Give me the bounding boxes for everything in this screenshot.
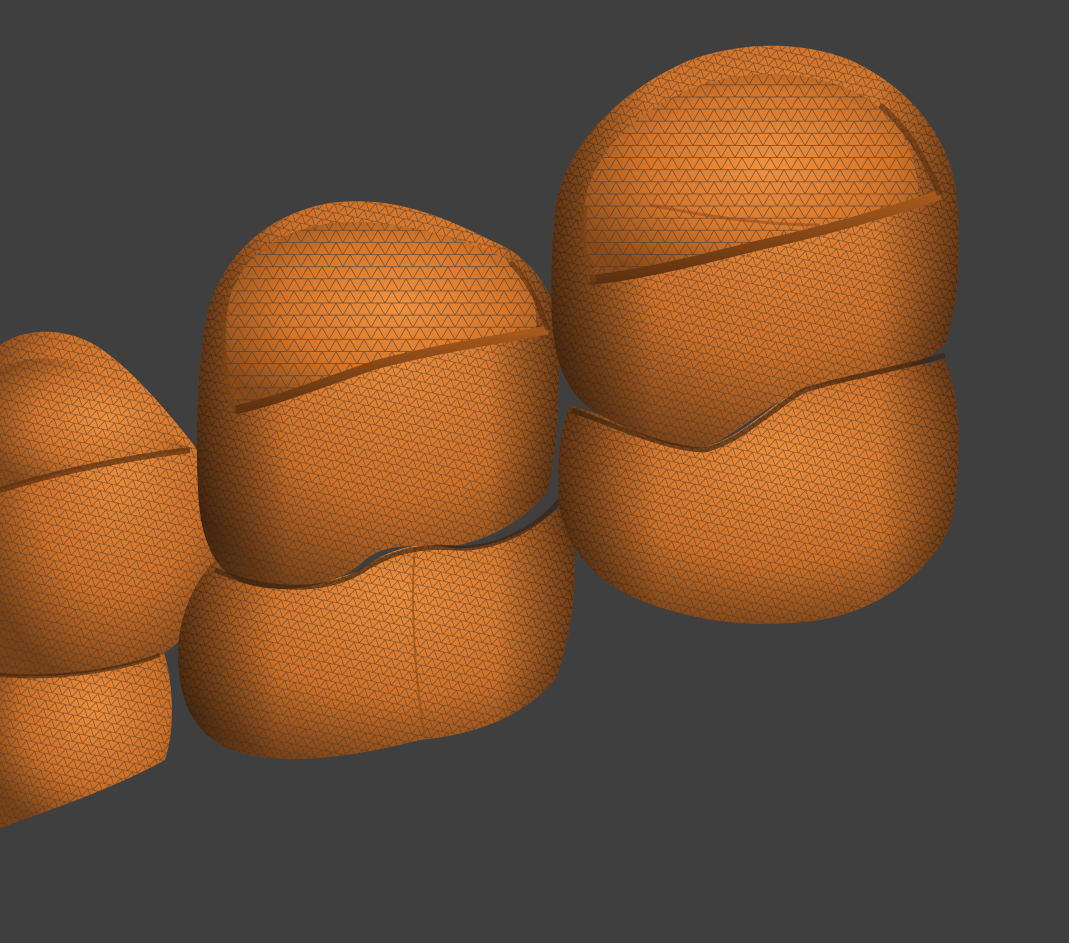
crown-middle[interactable] [177, 201, 575, 760]
crown-left-partial[interactable] [0, 331, 217, 828]
mesh-render-canvas[interactable] [0, 0, 1069, 943]
3d-viewport[interactable] [0, 0, 1069, 943]
crown-right[interactable] [551, 45, 959, 624]
